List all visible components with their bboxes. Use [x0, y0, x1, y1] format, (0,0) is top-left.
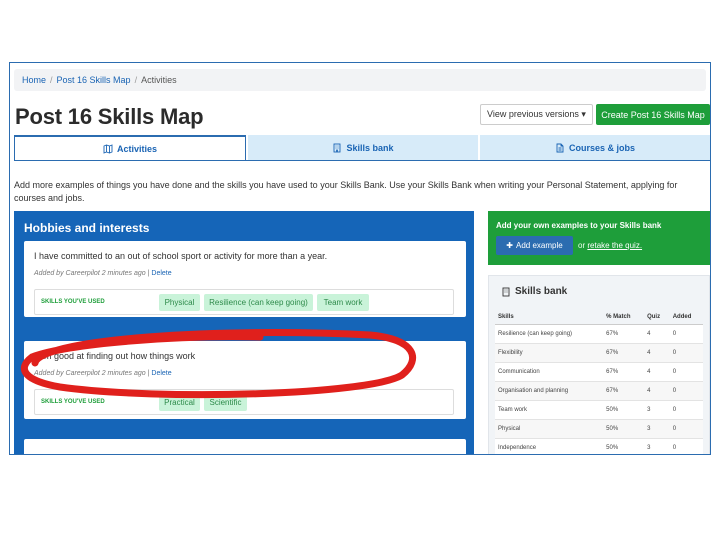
- table-cell: Resilience (can keep going): [495, 324, 604, 344]
- activity-meta: Added by Careerpilot 2 minutes ago | Del…: [34, 270, 172, 277]
- table-cell: 0: [669, 362, 703, 382]
- table-cell: 3: [644, 438, 670, 454]
- table-cell: Organisation and planning: [495, 381, 604, 401]
- delete-link[interactable]: Delete: [151, 270, 171, 277]
- building-icon: [334, 143, 341, 152]
- table-cell: 50%: [603, 400, 645, 420]
- table-cell: 50%: [603, 438, 645, 454]
- skill-tag[interactable]: Physical: [159, 294, 200, 311]
- skills-used-label: SKILLS YOU'VE USED: [41, 399, 105, 405]
- map-icon: [103, 144, 113, 154]
- add-examples-title: Add your own examples to your Skills ban…: [496, 221, 662, 230]
- app-frame: Home / Post 16 Skills Map / Activities P…: [9, 62, 711, 455]
- skills-bank-table: Skills % Match Quiz Added Resilience (ca…: [495, 310, 703, 454]
- create-skills-map-button[interactable]: Create Post 16 Skills Map: [596, 104, 710, 125]
- table-cell: 0: [669, 324, 703, 344]
- skills-used-box: SKILLS YOU'VE USED Physical Resilience (…: [34, 289, 454, 315]
- table-row: Team work 50% 3 0: [495, 400, 703, 420]
- hobbies-panel: Hobbies and interests I have committed t…: [14, 211, 474, 454]
- table-row: Flexibility 67% 4 0: [495, 343, 703, 363]
- table-cell: Physical: [495, 419, 604, 439]
- tab-courses-jobs[interactable]: Courses & jobs: [480, 135, 710, 161]
- table-row: Resilience (can keep going) 67% 4 0: [495, 324, 703, 344]
- table-row: Communication 67% 4 0: [495, 362, 703, 382]
- table-cell: 4: [644, 324, 670, 344]
- retake-quiz-text: or retake the quiz.: [578, 241, 642, 250]
- page-title: Post 16 Skills Map: [15, 104, 204, 129]
- retake-quiz-link[interactable]: retake the quiz.: [587, 241, 642, 250]
- table-row: Organisation and planning 67% 4 0: [495, 381, 703, 401]
- table-cell: 4: [644, 362, 670, 382]
- table-cell: Team work: [495, 400, 604, 420]
- skills-used-box: SKILLS YOU'VE USED Practical Scientific: [34, 389, 454, 415]
- table-cell: 0: [669, 400, 703, 420]
- table-cell: 0: [669, 419, 703, 439]
- table-cell: 3: [644, 419, 670, 439]
- document-icon: [556, 143, 564, 152]
- skills-used-label: SKILLS YOU'VE USED: [41, 299, 105, 305]
- tab-label: Courses & jobs: [568, 142, 635, 153]
- skill-tag[interactable]: Practical: [159, 394, 200, 411]
- table-header-row: Skills % Match Quiz Added: [495, 310, 703, 325]
- add-example-label: Add example: [516, 241, 563, 250]
- activity-meta: Added by Careerpilot 2 minutes ago | Del…: [34, 370, 172, 377]
- tab-skills-bank[interactable]: Skills bank: [248, 135, 478, 161]
- table-cell: 67%: [603, 362, 645, 382]
- table-row: Independence 50% 3 0: [495, 438, 703, 454]
- delete-link[interactable]: Delete: [151, 370, 171, 377]
- table-cell: 67%: [603, 343, 645, 363]
- column-header[interactable]: Added: [669, 310, 703, 325]
- table-row: Physical 50% 3 0: [495, 419, 703, 439]
- add-examples-panel: Add your own examples to your Skills ban…: [488, 211, 710, 265]
- hobbies-title: Hobbies and interests: [24, 221, 150, 235]
- breadcrumb-separator: /: [50, 75, 53, 85]
- building-icon: [502, 287, 510, 296]
- or-text: or: [578, 241, 586, 250]
- skill-tag[interactable]: Scientific: [204, 394, 247, 411]
- breadcrumb-skills-map-link[interactable]: Post 16 Skills Map: [57, 75, 131, 85]
- breadcrumb-home-link[interactable]: Home: [22, 75, 46, 85]
- skills-bank-title: Skills bank: [501, 286, 567, 297]
- table-cell: 0: [669, 438, 703, 454]
- table-cell: Independence: [495, 438, 604, 454]
- tab-underline: [14, 160, 710, 161]
- activity-title: I have committed to an out of school spo…: [34, 251, 328, 261]
- intro-text: Add more examples of things you have don…: [14, 180, 678, 203]
- table-cell: Communication: [495, 362, 604, 382]
- activity-added-by: Added by Careerpilot 2 minutes ago |: [34, 370, 150, 377]
- activity-title: I am good at finding out how things work: [34, 351, 196, 361]
- view-previous-versions-button[interactable]: View previous versions ▾: [480, 104, 593, 125]
- skill-tag[interactable]: Resilience (can keep going): [204, 294, 313, 311]
- column-header[interactable]: Skills: [495, 310, 604, 325]
- skills-bank-panel: Skills bank Skills % Match Quiz Added Re…: [488, 275, 710, 454]
- tab-label: Activities: [116, 144, 158, 154]
- table-cell: 0: [669, 381, 703, 401]
- skills-bank-label: Skills bank: [515, 286, 568, 297]
- activity-card: I am good at finding out how things work…: [24, 341, 466, 419]
- activity-added-by: Added by Careerpilot 2 minutes ago |: [34, 270, 150, 277]
- plus-icon: ✚: [506, 241, 513, 250]
- tab-bar: Activities Skills bank Courses & jobs: [14, 135, 710, 161]
- skill-tag[interactable]: Team work: [317, 294, 369, 311]
- table-cell: 50%: [603, 419, 645, 439]
- column-header[interactable]: Quiz: [644, 310, 670, 325]
- table-cell: 67%: [603, 381, 645, 401]
- table-cell: 0: [669, 343, 703, 363]
- column-header[interactable]: % Match: [603, 310, 645, 325]
- tab-activities[interactable]: Activities: [14, 135, 246, 161]
- breadcrumb-current: Activities: [141, 75, 177, 85]
- breadcrumb: Home / Post 16 Skills Map / Activities: [14, 69, 706, 91]
- table-cell: 4: [644, 381, 670, 401]
- table-cell: Flexibility: [495, 343, 604, 363]
- tab-label: Skills bank: [346, 142, 394, 153]
- table-cell: 67%: [603, 324, 645, 344]
- activity-card-partial: [24, 439, 466, 454]
- breadcrumb-separator: /: [134, 75, 138, 85]
- activity-card: I have committed to an out of school spo…: [24, 241, 466, 317]
- table-cell: 4: [644, 343, 670, 363]
- add-example-button[interactable]: ✚ Add example: [496, 236, 573, 255]
- table-cell: 3: [644, 400, 670, 420]
